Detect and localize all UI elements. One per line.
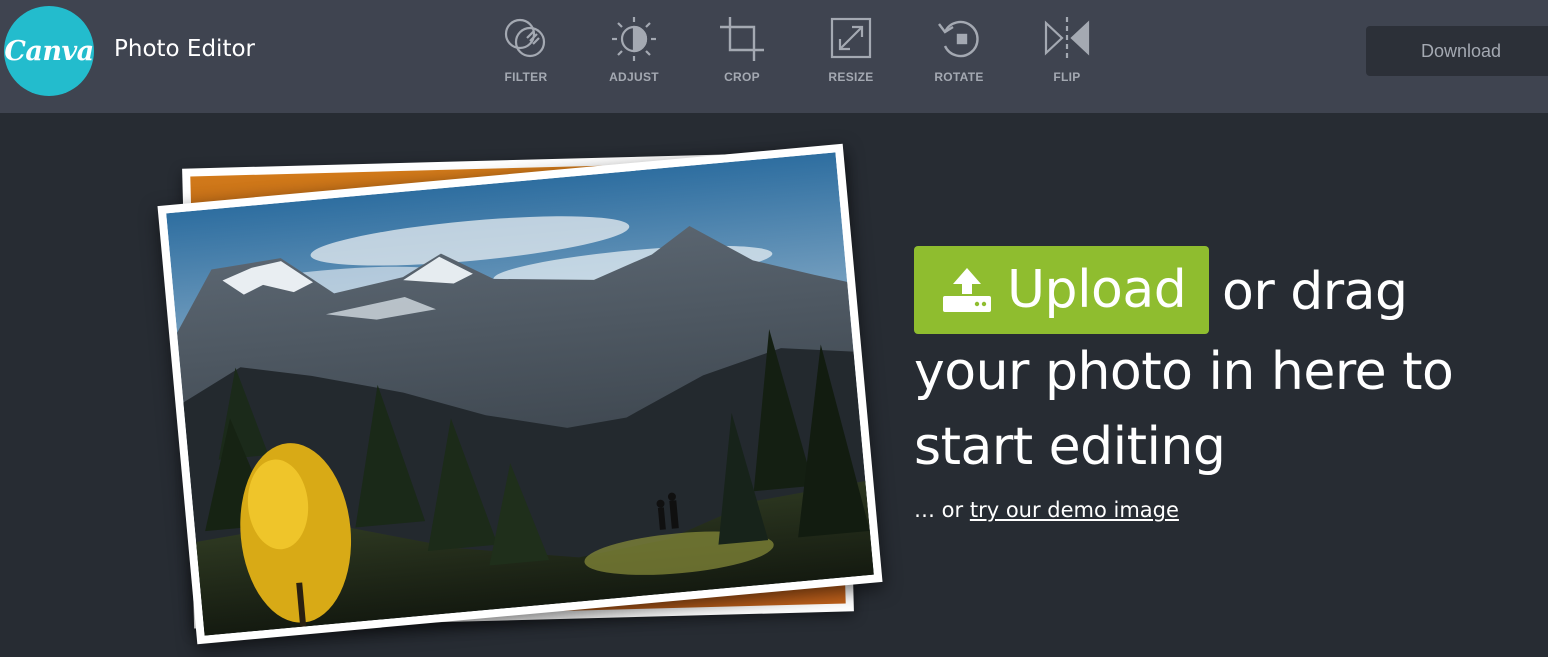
app-title: Photo Editor <box>114 36 255 62</box>
demo-prefix: … or <box>914 498 970 522</box>
crop-button[interactable]: CROP <box>702 14 782 94</box>
flip-icon <box>1044 17 1090 58</box>
rotate-icon <box>938 20 979 58</box>
upload-button[interactable]: Upload <box>914 246 1209 334</box>
filter-button[interactable]: FILTER <box>486 14 566 94</box>
adjust-label: ADJUST <box>609 70 659 84</box>
demo-line: … or try our demo image <box>914 498 1179 522</box>
top-bar: Canva Photo Editor FILTER ADJUST CROP RE… <box>0 0 1548 113</box>
rotate-button[interactable]: ROTATE <box>919 14 999 94</box>
resize-icon <box>830 17 872 59</box>
demo-photo[interactable] <box>157 143 883 645</box>
adjust-button[interactable]: ADJUST <box>594 14 674 94</box>
headline-line1: or drag <box>1222 262 1408 322</box>
crop-icon <box>720 17 764 61</box>
resize-button[interactable]: RESIZE <box>811 14 891 94</box>
flip-button[interactable]: FLIP <box>1027 14 1107 94</box>
adjust-icon <box>612 17 656 61</box>
rotate-label: ROTATE <box>934 70 984 84</box>
filter-icon <box>504 18 546 58</box>
headline-line2: your photo in here to <box>914 342 1454 402</box>
upload-label: Upload <box>1007 260 1187 320</box>
upload-icon <box>943 268 991 312</box>
flip-label: FLIP <box>1053 70 1081 84</box>
download-button[interactable]: Download <box>1366 26 1548 76</box>
resize-label: RESIZE <box>828 70 874 84</box>
crop-label: CROP <box>724 70 760 84</box>
logo-text: Canva <box>4 35 94 67</box>
demo-image-link[interactable]: try our demo image <box>970 498 1179 522</box>
canva-logo[interactable]: Canva <box>4 6 94 96</box>
headline-line3: start editing <box>914 417 1226 477</box>
mountain-photo <box>166 152 874 636</box>
filter-label: FILTER <box>504 70 548 84</box>
